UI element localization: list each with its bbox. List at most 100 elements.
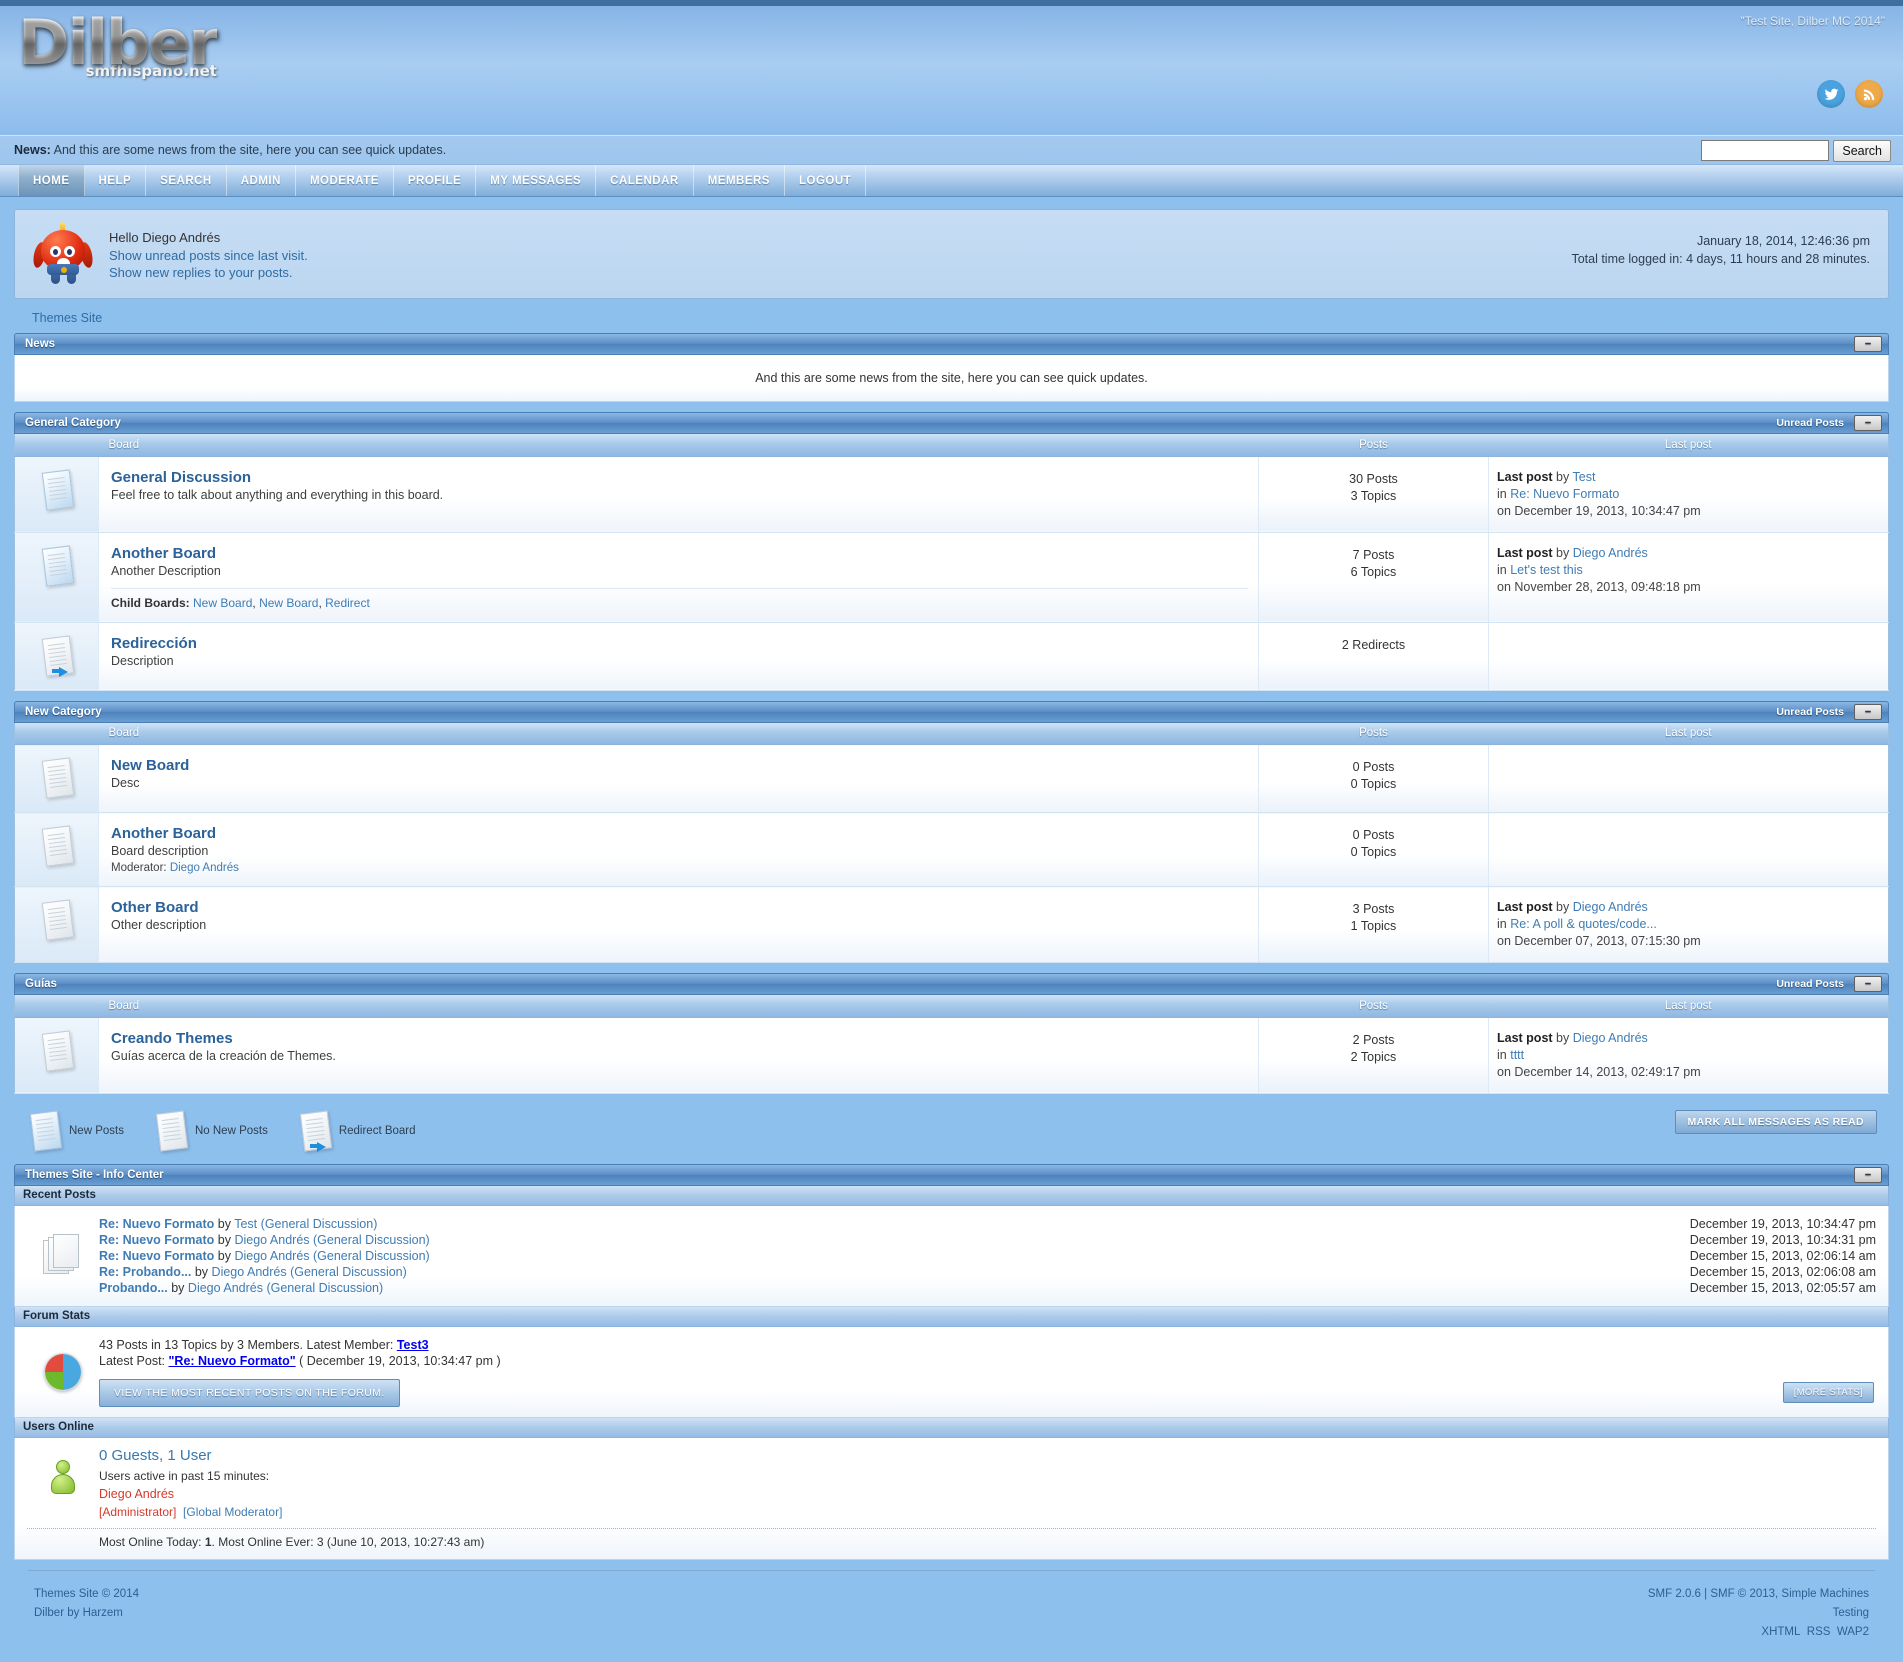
board-link[interactable]: General Discussion [111, 469, 1248, 486]
last-post-author-link[interactable]: Diego Andrés [1573, 900, 1648, 914]
breadcrumb-link-themes-site[interactable]: Themes Site [32, 311, 102, 325]
last-post-by-word: by [1556, 469, 1570, 484]
news-text: And this are some news from the site, he… [50, 143, 447, 157]
menu-item-members[interactable]: MEMBERS [694, 165, 785, 196]
board-link[interactable]: Another Board [111, 545, 1248, 562]
menu-item-logout[interactable]: LOGOUT [785, 165, 867, 196]
footer-wap2-link[interactable]: WAP2 [1837, 1626, 1869, 1638]
category-collapse-button[interactable]: − [1854, 703, 1882, 720]
last-post-author-link[interactable]: Diego Andrés [1573, 1031, 1648, 1045]
info-center-collapse-button[interactable]: − [1854, 1166, 1882, 1183]
footer-testing-link[interactable]: Testing [1833, 1607, 1869, 1619]
menu-item-home[interactable]: HOME [18, 165, 85, 196]
avatar-eye-left [50, 246, 61, 257]
recent-post-author-link[interactable]: Diego Andrés [188, 1281, 263, 1295]
redirect-board-icon [298, 1109, 333, 1152]
latest-member-link[interactable]: Test3 [397, 1338, 429, 1352]
users-online-body: 0 Guests, 1 User Users active in past 15… [14, 1437, 1889, 1560]
last-post-topic-link[interactable]: Re: A poll & quotes/code... [1510, 917, 1657, 931]
recent-post-board-link[interactable]: (General Discussion) [266, 1281, 383, 1295]
recent-post-author-link[interactable]: Test [234, 1217, 257, 1231]
board-link[interactable]: New Board [111, 757, 1248, 774]
child-board-link[interactable]: New Board [193, 596, 252, 610]
last-post-author-link[interactable]: Test [1573, 470, 1596, 484]
moderator-link[interactable]: Diego Andrés [170, 862, 239, 874]
group-administrator: [Administrator] [99, 1504, 177, 1519]
menu-item-my-messages[interactable]: MY MESSAGES [476, 165, 597, 196]
board-posts-cell: 7 Posts 6 Topics [1258, 532, 1489, 623]
th-board: Board [98, 722, 1259, 745]
show-unread-posts-link[interactable]: Show unread posts since last visit. [109, 248, 308, 263]
footer-smf-version[interactable]: SMF 2.0.6 | SMF © 2013, Simple Machines [1648, 1588, 1869, 1600]
last-post-topic-link[interactable]: tttt [1510, 1048, 1524, 1062]
menu-item-help[interactable]: HELP [85, 165, 147, 196]
footer-right: SMF 2.0.6 | SMF © 2013, Simple Machines … [1648, 1585, 1869, 1642]
more-stats-button[interactable]: [MORE STATS] [1782, 1381, 1874, 1403]
recent-post-subject-link[interactable]: Probando... [99, 1281, 168, 1295]
pie-chart-icon [44, 1352, 82, 1391]
footer-theme-credit[interactable]: Dilber by Harzem [34, 1607, 123, 1619]
search-input[interactable] [1701, 140, 1830, 161]
user-silhouette-icon [50, 1458, 76, 1496]
show-new-replies-link[interactable]: Show new replies to your posts. [109, 265, 293, 280]
category-collapse-button[interactable]: − [1854, 415, 1882, 431]
new-posts-icon [40, 468, 74, 511]
recent-post-author-link[interactable]: Diego Andrés [212, 1265, 287, 1279]
recent-post-board-link[interactable]: (General Discussion) [313, 1233, 430, 1247]
board-link[interactable]: Creando Themes [111, 1030, 1248, 1047]
latest-post-date: ( December 19, 2013, 10:34:47 pm ) [295, 1353, 501, 1368]
category-unread-posts-link[interactable]: Unread Posts [1776, 706, 1844, 718]
view-recent-posts-button[interactable]: VIEW THE MOST RECENT POSTS ON THE FORUM. [99, 1378, 400, 1407]
user-greeting-block: Hello Diego Andrés Show unread posts sin… [109, 222, 308, 282]
rss-icon[interactable] [1855, 80, 1883, 108]
table-row: New Board Desc 0 Posts 0 Topics [14, 744, 1889, 813]
online-user-link[interactable]: Diego Andrés [99, 1487, 174, 1501]
avatar[interactable] [31, 222, 95, 286]
menu-item-search[interactable]: SEARCH [146, 165, 227, 196]
recent-post-board-link[interactable]: (General Discussion) [313, 1249, 430, 1263]
board-link[interactable]: Other Board [111, 899, 1248, 916]
last-post-topic-link[interactable]: Re: Nuevo Formato [1510, 487, 1619, 501]
recent-post-subject-link[interactable]: Re: Nuevo Formato [99, 1217, 214, 1231]
list-item: Re: Nuevo Formato by Diego Andrés (Gener… [99, 1232, 1661, 1248]
category-unread-posts-link[interactable]: Unread Posts [1776, 417, 1844, 429]
last-post-author-link[interactable]: Diego Andrés [1573, 546, 1648, 560]
child-board-link[interactable]: New Board [259, 596, 318, 610]
menu-item-admin[interactable]: ADMIN [227, 165, 296, 196]
recent-posts-header: Recent Posts [14, 1185, 1889, 1206]
th-posts: Posts [1258, 995, 1489, 1018]
category-unread-posts-link[interactable]: Unread Posts [1776, 978, 1844, 990]
latest-post-link[interactable]: "Re: Nuevo Formato" [168, 1354, 295, 1368]
recent-post-subject-link[interactable]: Re: Probando... [99, 1265, 191, 1279]
board-link[interactable]: Another Board [111, 825, 1248, 842]
mark-all-messages-read-button[interactable]: MARK ALL MESSAGES AS READ [1674, 1109, 1877, 1134]
footer-rss-link[interactable]: RSS [1807, 1626, 1831, 1638]
footer-site-copyright[interactable]: Themes Site © 2014 [34, 1588, 139, 1600]
recent-post-subject-link[interactable]: Re: Nuevo Formato [99, 1233, 214, 1247]
recent-post-author-link[interactable]: Diego Andrés [234, 1249, 309, 1263]
board-post-count: 2 Posts [1352, 1032, 1395, 1047]
last-post-topic-link[interactable]: Let's test this [1510, 563, 1583, 577]
twitter-icon[interactable] [1817, 80, 1845, 108]
menu-item-moderate[interactable]: MODERATE [296, 165, 394, 196]
recent-post-subject-link[interactable]: Re: Nuevo Formato [99, 1249, 214, 1263]
menu-item-calendar[interactable]: CALENDAR [596, 165, 694, 196]
last-post-date: on December 19, 2013, 10:34:47 pm [1497, 503, 1701, 518]
category-header: Guías Unread Posts − [14, 973, 1889, 995]
recent-post-board-link[interactable]: (General Discussion) [290, 1265, 407, 1279]
board-legend: New Posts No New Posts Redirect Board MA… [14, 1104, 1889, 1160]
avatar-button [61, 267, 67, 273]
search-button[interactable]: Search [1833, 140, 1891, 162]
no-new-posts-icon [40, 757, 74, 799]
table-row: General Discussion Feel free to talk abo… [14, 456, 1889, 533]
site-logo[interactable]: Dilber smfhispano.net [18, 12, 219, 81]
board-link[interactable]: Redirección [111, 635, 1248, 652]
recent-post-author-link[interactable]: Diego Andrés [234, 1233, 309, 1247]
category-collapse-button[interactable]: − [1854, 976, 1882, 992]
menu-item-profile[interactable]: PROFILE [394, 165, 477, 196]
news-panel-collapse-button[interactable]: − [1854, 336, 1882, 352]
footer-xhtml-link[interactable]: XHTML [1761, 1626, 1800, 1638]
recent-post-board-link[interactable]: (General Discussion) [261, 1217, 378, 1231]
child-board-link[interactable]: Redirect [325, 596, 370, 610]
forum-stats-counts: 43 Posts in 13 Topics by 3 Members. Late… [99, 1337, 397, 1352]
